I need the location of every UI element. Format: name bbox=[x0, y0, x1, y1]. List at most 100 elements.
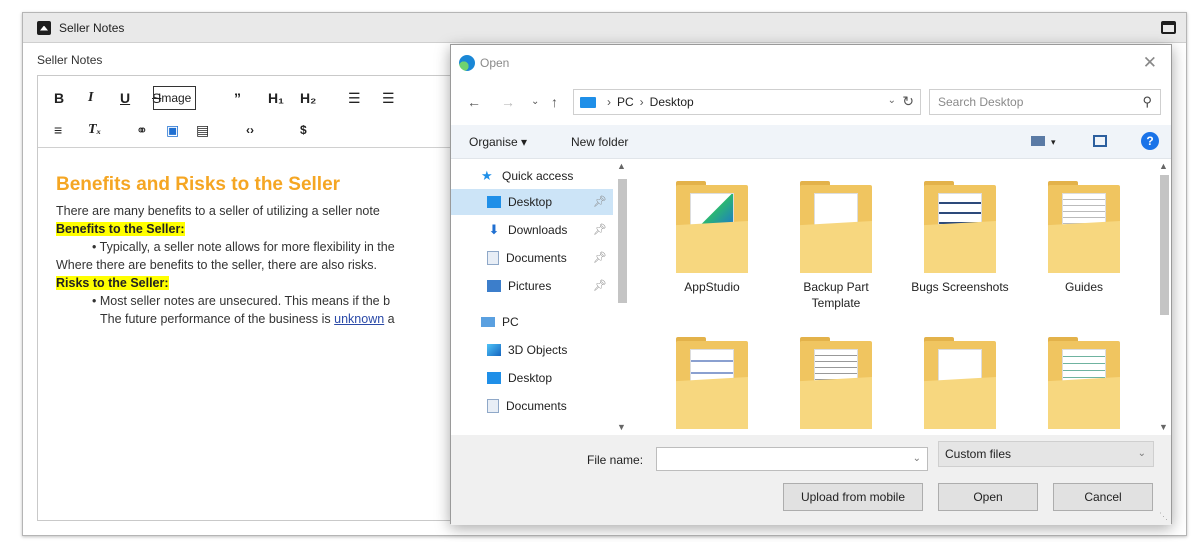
insert-image-button[interactable]: ▣ bbox=[166, 120, 179, 140]
maximize-icon[interactable] bbox=[1161, 21, 1176, 34]
recent-dropdown-icon[interactable]: ⌄ bbox=[531, 96, 539, 107]
navigation-pane: ★ Quick access Desktop 📌︎ ⬇ Downloads 📌︎… bbox=[451, 159, 631, 434]
align-button[interactable]: ≡ bbox=[54, 120, 62, 140]
folder-guides[interactable]: Guides bbox=[1029, 181, 1139, 295]
panel-header: Seller Notes bbox=[23, 13, 1186, 43]
upload-from-mobile-button[interactable]: Upload from mobile bbox=[783, 483, 923, 511]
back-arrow-icon[interactable]: ← bbox=[467, 94, 481, 110]
close-icon[interactable]: ✕ bbox=[1143, 53, 1157, 73]
bullet-list-button[interactable]: ☰ bbox=[382, 88, 395, 108]
pin-icon[interactable]: 📌︎ bbox=[593, 223, 607, 236]
preview-pane-icon[interactable] bbox=[1093, 135, 1107, 147]
nav-item-downloads[interactable]: ⬇ Downloads 📌︎ bbox=[451, 217, 613, 243]
address-bar[interactable]: › PC › Desktop ⌄ ↻ bbox=[573, 89, 921, 115]
pin-icon[interactable]: 📌︎ bbox=[593, 251, 607, 264]
chevron-down-icon[interactable]: ⌄ bbox=[1138, 448, 1146, 459]
video-button[interactable]: ▤ bbox=[196, 120, 209, 140]
code-button[interactable]: ‹› bbox=[246, 120, 254, 140]
nav-item-quick-access[interactable]: ★ Quick access bbox=[451, 163, 613, 189]
chevron-down-icon[interactable]: ⌄ bbox=[913, 453, 921, 464]
file-list: AppStudio Backup Part Template Bugs Scre… bbox=[633, 159, 1155, 434]
file-name-label: File name: bbox=[587, 453, 644, 467]
nav-item-pictures[interactable]: Pictures 📌︎ bbox=[451, 273, 613, 299]
heading1-button[interactable]: H₁ bbox=[268, 88, 284, 108]
image-button[interactable]: Image bbox=[153, 86, 197, 110]
resize-grip-icon[interactable]: ⋱ bbox=[1159, 511, 1168, 522]
nav-label: Pictures bbox=[508, 279, 552, 293]
new-folder-button[interactable]: New folder bbox=[571, 135, 628, 149]
folder-item[interactable] bbox=[905, 337, 1015, 434]
chevron-down-icon[interactable]: ▼ bbox=[617, 422, 626, 432]
nav-scroll-thumb[interactable] bbox=[618, 179, 627, 303]
chevron-right-icon: › bbox=[639, 95, 644, 109]
content-paragraph: Where there are benefits to the seller, … bbox=[56, 258, 377, 272]
link-unknown[interactable]: unknown bbox=[334, 312, 384, 326]
file-type-value: Custom files bbox=[945, 447, 1012, 461]
nav-item-desktop-pc[interactable]: Desktop bbox=[451, 365, 613, 391]
file-scrollbar[interactable]: ▲ ▼ bbox=[1157, 159, 1171, 434]
folder-item[interactable] bbox=[781, 337, 891, 434]
pin-icon[interactable]: 📌︎ bbox=[593, 279, 607, 292]
cancel-button[interactable]: Cancel bbox=[1053, 483, 1153, 511]
forward-arrow-icon[interactable]: → bbox=[501, 94, 515, 110]
nav-item-documents-pc[interactable]: Documents bbox=[451, 393, 613, 419]
organise-button[interactable]: Organise ▾ bbox=[469, 135, 527, 149]
file-scroll-thumb[interactable] bbox=[1160, 175, 1169, 315]
folder-icon bbox=[924, 337, 996, 431]
nav-label: 3D Objects bbox=[508, 343, 568, 357]
clear-format-button[interactable]: Tₓ bbox=[88, 120, 101, 140]
nav-item-pc[interactable]: PC bbox=[451, 309, 613, 335]
nav-label: Quick access bbox=[502, 169, 574, 183]
link-button[interactable]: ⚭ bbox=[136, 120, 148, 140]
italic-button[interactable]: I bbox=[88, 88, 93, 108]
star-icon: ★ bbox=[481, 168, 493, 183]
folder-appstudio[interactable]: AppStudio bbox=[657, 181, 767, 295]
refresh-icon[interactable]: ↻ bbox=[902, 93, 914, 110]
dialog-footer: File name: ⌄ Custom files ⌄ Upload from … bbox=[451, 435, 1171, 525]
field-label: Seller Notes bbox=[37, 53, 103, 67]
nav-label: PC bbox=[502, 315, 519, 329]
file-name-input[interactable]: ⌄ bbox=[656, 447, 928, 471]
file-type-select[interactable]: Custom files ⌄ bbox=[938, 441, 1154, 467]
view-options-icon[interactable] bbox=[1031, 136, 1045, 146]
risks-heading: Risks to the Seller: bbox=[56, 276, 169, 290]
edge-browser-icon bbox=[459, 55, 475, 71]
search-input[interactable]: Search Desktop ⚲ bbox=[929, 89, 1161, 115]
quote-button[interactable]: ” bbox=[234, 88, 241, 108]
help-icon[interactable]: ? bbox=[1141, 132, 1159, 150]
up-arrow-icon[interactable]: ↑ bbox=[551, 94, 558, 110]
nav-label: Desktop bbox=[508, 195, 553, 209]
underline-button[interactable]: U bbox=[120, 88, 130, 108]
pin-icon[interactable]: 📌︎ bbox=[593, 195, 607, 208]
cube-icon bbox=[487, 344, 501, 356]
dialog-title: Open bbox=[480, 56, 510, 70]
download-icon: ⬇ bbox=[488, 222, 500, 237]
chevron-down-icon[interactable]: ▼ bbox=[1159, 422, 1168, 432]
content-paragraph: There are many benefits to a seller of u… bbox=[56, 204, 380, 218]
text-span: The future performance of the business i… bbox=[100, 312, 335, 326]
heading2-button[interactable]: H₂ bbox=[300, 88, 316, 108]
bold-button[interactable]: B bbox=[54, 88, 64, 108]
nav-item-documents[interactable]: Documents 📌︎ bbox=[451, 245, 613, 271]
search-icon: ⚲ bbox=[1142, 94, 1152, 109]
nav-item-3d-objects[interactable]: 3D Objects bbox=[451, 337, 613, 363]
folder-backup-part-template[interactable]: Backup Part Template bbox=[781, 181, 891, 311]
nav-scrollbar[interactable]: ▲ ▼ bbox=[615, 159, 629, 434]
nav-label: Desktop bbox=[508, 371, 553, 385]
folder-item[interactable] bbox=[1029, 337, 1139, 434]
nav-label: Downloads bbox=[508, 223, 568, 237]
chevron-up-icon[interactable]: ▲ bbox=[617, 161, 626, 171]
nav-item-desktop[interactable]: Desktop 📌︎ bbox=[451, 189, 613, 215]
chevron-up-icon[interactable]: ▲ bbox=[1159, 161, 1168, 171]
folder-bugs-screenshots[interactable]: Bugs Screenshots bbox=[905, 181, 1015, 295]
chevron-down-icon[interactable]: ⌄ bbox=[888, 95, 896, 106]
dollar-button[interactable]: $ bbox=[300, 120, 307, 140]
open-button[interactable]: Open bbox=[938, 483, 1038, 511]
ordered-list-button[interactable]: ☰ bbox=[348, 88, 361, 108]
desktop-icon bbox=[487, 196, 501, 208]
open-file-dialog: Open ✕ ← → ⌄ ↑ › PC › Desktop ⌄ ↻ Search… bbox=[450, 44, 1172, 525]
chevron-down-icon[interactable]: ▾ bbox=[1051, 137, 1056, 148]
breadcrumb-pc[interactable]: PC bbox=[617, 95, 634, 109]
breadcrumb-desktop[interactable]: Desktop bbox=[650, 95, 694, 109]
folder-item[interactable] bbox=[657, 337, 767, 434]
